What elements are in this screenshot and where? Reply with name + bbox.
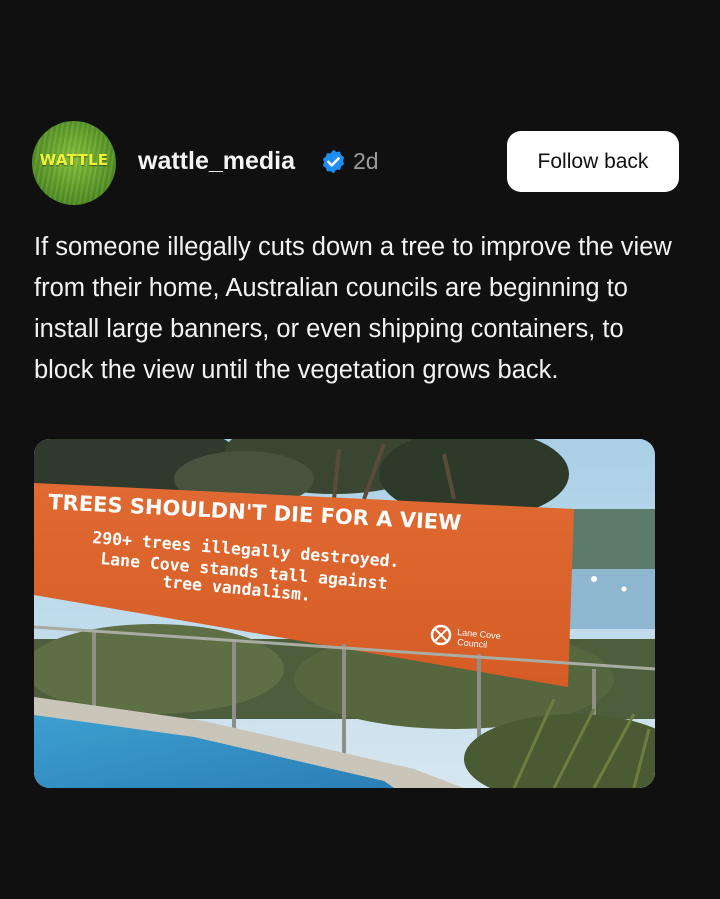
shrub [34,624,284,714]
avatar-logo-text: WATTLE [39,151,109,169]
post-card: WATTLE wattle_media 2d Follow back If so… [0,0,720,899]
verified-badge-icon [322,149,345,174]
avatar[interactable]: WATTLE [32,121,116,205]
post-image[interactable]: TREES SHOULDN'T DIE FOR A VIEW 290+ tree… [34,439,655,788]
post-caption: If someone illegally cuts down a tree to… [34,233,672,384]
follow-back-button[interactable]: Follow back [507,131,679,192]
username[interactable]: wattle_media [138,147,295,176]
post-photo-illustration: TREES SHOULDN'T DIE FOR A VIEW 290+ tree… [34,439,655,788]
boat [621,586,627,592]
boat [591,576,597,582]
post-timestamp: 2d [353,148,379,174]
